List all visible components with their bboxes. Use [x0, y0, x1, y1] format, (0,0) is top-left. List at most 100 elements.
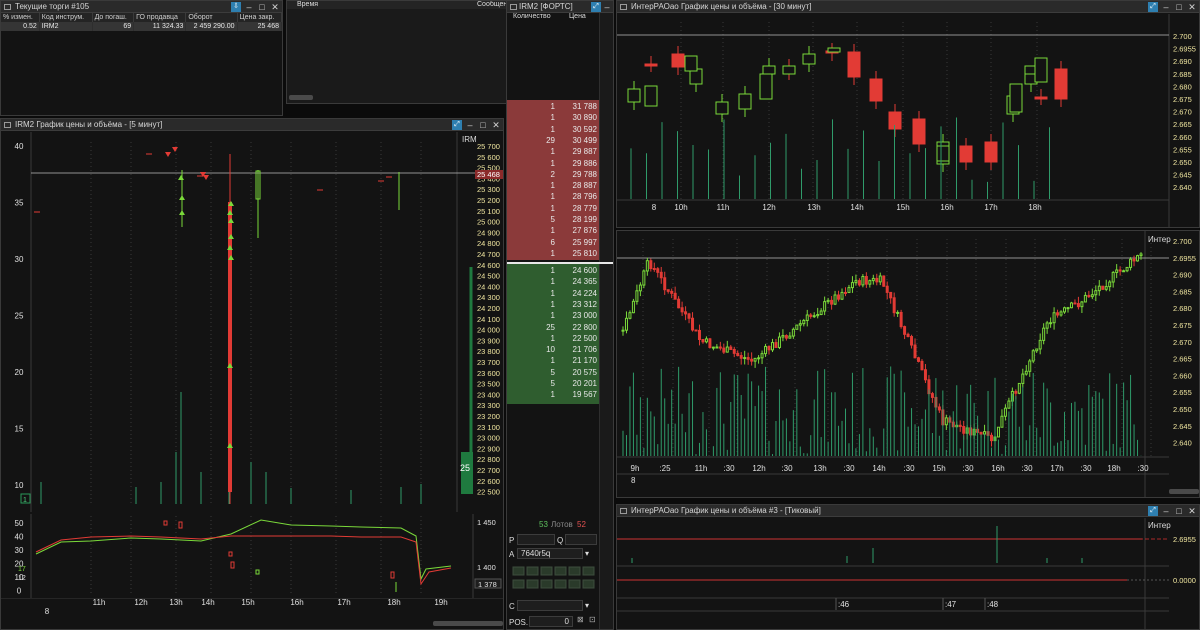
candle-body[interactable]: [1035, 348, 1039, 352]
orderbook-row[interactable]: 1 30 592: [507, 124, 599, 135]
candle-body[interactable]: [1021, 373, 1025, 384]
candle-body[interactable]: [628, 312, 632, 319]
candle-body[interactable]: [812, 315, 816, 318]
candle-body[interactable]: [708, 338, 712, 348]
minimize-button[interactable]: –: [1161, 506, 1171, 516]
chart-5min-window[interactable]: IRM2 График цены и объёма - [5 минут] ⤢ …: [0, 118, 504, 630]
chart-30min-titlebar[interactable]: ИнтерРАОао График цены и объёма - [30 ми…: [617, 1, 1199, 13]
minimize-button[interactable]: –: [244, 2, 254, 12]
candle-body[interactable]: [656, 268, 660, 273]
candle-body[interactable]: [944, 417, 948, 426]
candle-body[interactable]: [1104, 286, 1108, 290]
candle-body[interactable]: [805, 314, 809, 321]
chart-30min-window[interactable]: ИнтерРАОао График цены и объёма - [30 ми…: [616, 0, 1200, 228]
candle-body[interactable]: [764, 345, 768, 355]
orderbook-row[interactable]: 1 24 600: [507, 265, 599, 276]
candle-body[interactable]: [743, 357, 747, 360]
candle-body[interactable]: [1101, 285, 1105, 290]
candle-body[interactable]: [649, 260, 653, 270]
candle-body[interactable]: [1136, 255, 1140, 262]
candle-body[interactable]: [684, 55, 698, 72]
candle-body[interactable]: [694, 329, 698, 332]
candle-body[interactable]: [1059, 311, 1063, 316]
candle-body[interactable]: [996, 426, 1000, 438]
chart-5min-price-plot[interactable]: 40353025201510525 70025 60025 50025 4002…: [1, 132, 504, 512]
candle-body[interactable]: [878, 275, 882, 283]
candle-body[interactable]: [1132, 258, 1136, 262]
candle-body[interactable]: [759, 73, 773, 100]
orderbook-row[interactable]: 1 28 796: [507, 191, 599, 202]
candle-body[interactable]: [930, 393, 934, 398]
candle-body[interactable]: [746, 357, 750, 360]
candle-body[interactable]: [854, 280, 858, 284]
orderbook-row[interactable]: 1 24 365: [507, 276, 599, 287]
minimize-button[interactable]: –: [465, 120, 475, 130]
candle-body[interactable]: [718, 346, 722, 349]
candle-body[interactable]: [850, 282, 854, 289]
orderbook-scrollbar[interactable]: [599, 13, 613, 629]
candle-body[interactable]: [833, 294, 837, 305]
candle-body[interactable]: [1111, 271, 1115, 283]
candle-body[interactable]: [770, 342, 774, 351]
buy-arrow-marker[interactable]: [227, 210, 233, 215]
candle-body[interactable]: [663, 277, 667, 291]
table-row[interactable]: 0.52 IRM2 69 11 324.33 2 459 290.00 25 468: [1, 22, 282, 31]
close-position-icon[interactable]: ⊠: [577, 615, 584, 624]
candle-body[interactable]: [652, 268, 656, 271]
candle-body[interactable]: [795, 324, 799, 330]
candle-body[interactable]: [1042, 327, 1046, 341]
candle-body[interactable]: [642, 270, 646, 286]
close-button[interactable]: ✕: [491, 120, 501, 130]
candle-body[interactable]: [871, 277, 875, 282]
orderbook-row[interactable]: 1 28 887: [507, 180, 599, 191]
candle-body[interactable]: [684, 311, 688, 315]
candle-body[interactable]: [750, 358, 754, 362]
maximize-button[interactable]: □: [257, 2, 267, 12]
link-icon[interactable]: ⤢: [1148, 2, 1158, 12]
close-button[interactable]: ✕: [270, 2, 280, 12]
candle-body[interactable]: [638, 284, 642, 292]
chevron-down-icon[interactable]: ▾: [585, 549, 589, 558]
candle-body[interactable]: [923, 369, 927, 381]
trades-col-header[interactable]: Цена закр.: [237, 13, 282, 22]
candle-body[interactable]: [896, 311, 900, 314]
candle-body[interactable]: [732, 348, 736, 354]
candle-body[interactable]: [864, 276, 868, 285]
reverse-position-icon[interactable]: ⊡: [589, 615, 596, 624]
candle-body[interactable]: [781, 335, 785, 338]
chart-tick-plot[interactable]: Интер2.6955 0.0000:46:47:48: [617, 518, 1200, 629]
buy-arrow-marker[interactable]: [179, 210, 185, 215]
candle-body[interactable]: [802, 319, 806, 325]
candle-body[interactable]: [816, 314, 820, 317]
candle-body[interactable]: [1024, 370, 1028, 375]
orderbook-row[interactable]: 1 29 886: [507, 158, 599, 169]
candle-body[interactable]: [670, 290, 674, 294]
candle-body[interactable]: [1118, 269, 1122, 272]
candle-body[interactable]: [885, 285, 889, 293]
trades-table-header[interactable]: % измен. Код инструм. До погаш. ГО продавца…: [1, 13, 282, 22]
candle-body[interactable]: [631, 300, 635, 314]
candle-body[interactable]: [677, 298, 681, 309]
close-button[interactable]: ✕: [1187, 506, 1197, 516]
candle-body[interactable]: [1083, 294, 1087, 303]
candle-body[interactable]: [937, 406, 941, 411]
chart-intraday-window[interactable]: 2.700 2.6955 2.690 2.685 2.680 2.675 2.670 2.66…: [616, 230, 1200, 498]
candle-body[interactable]: [762, 65, 776, 75]
candle-body[interactable]: [782, 65, 796, 75]
candle-body[interactable]: [847, 287, 851, 293]
candle-body[interactable]: [869, 78, 883, 102]
sell-arrow-marker[interactable]: [172, 147, 178, 152]
maximize-button[interactable]: □: [1174, 2, 1184, 12]
maximize-button[interactable]: □: [1174, 506, 1184, 516]
sell-arrow-marker[interactable]: [203, 175, 209, 180]
candle-body[interactable]: [903, 326, 907, 335]
candle-body[interactable]: [1017, 382, 1021, 394]
orderbook-titlebar[interactable]: IRM2 [ФОРТС] ⤢ –: [507, 1, 613, 13]
trades-col-header[interactable]: % измен.: [1, 13, 40, 22]
candle-body[interactable]: [736, 352, 740, 357]
candle-body[interactable]: [920, 360, 924, 371]
candle-body[interactable]: [644, 85, 658, 107]
candle-body[interactable]: [715, 346, 719, 349]
candle-body[interactable]: [1054, 68, 1068, 100]
current-trades-window[interactable]: Текущие торги #105 ⇩ – □ ✕ % измен. Код и…: [0, 0, 283, 116]
